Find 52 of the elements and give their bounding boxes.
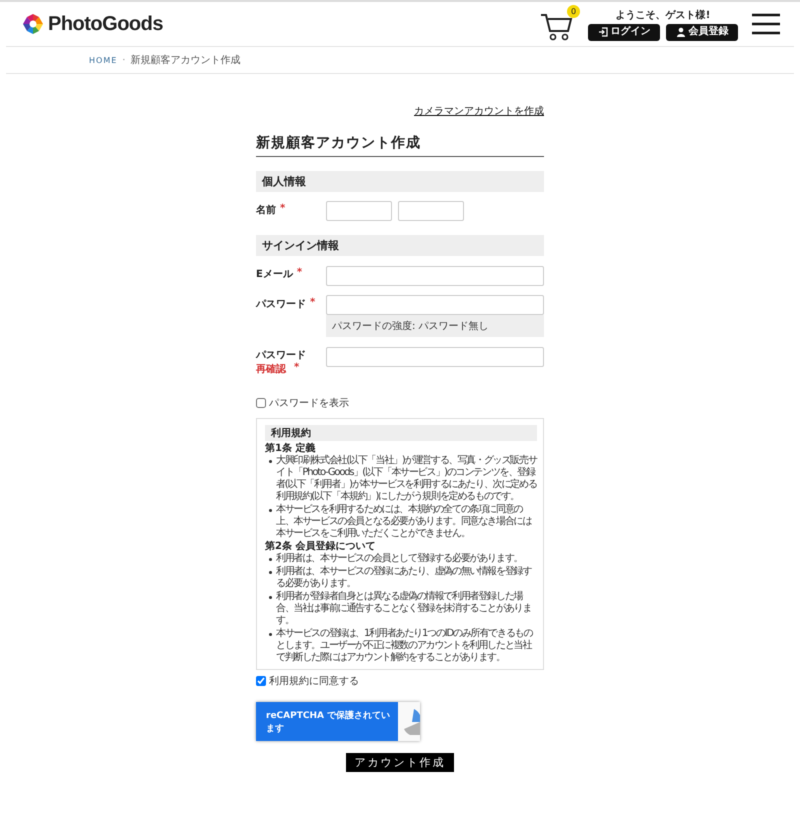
photographer-account-link[interactable]: カメラマンアカウントを作成 — [414, 104, 544, 118]
field-label: パスワード — [256, 349, 306, 362]
input-field[interactable] — [326, 346, 544, 366]
required-mark: * — [280, 203, 286, 216]
input-field[interactable] — [398, 201, 464, 221]
field-sublabel: 再確認 — [256, 362, 288, 376]
input-field[interactable] — [326, 201, 392, 221]
checkbox-label: パスワードを表示 — [269, 396, 349, 410]
field-label: パスワード — [256, 298, 306, 310]
login-button[interactable]: ログイン — [588, 24, 660, 40]
terms-paragraph: 大興印刷株式会社(以下「当社」)が運営する、写真・グッズ販売サイト「Photo-Goods」(以下「本サービス」)のコンテンツを、登録者(以下「利用者」)が本サービスを利用するにあたり、次に定める利用規約(以下「本規約」)にしたがう規則を定めるものです。 — [276, 455, 537, 503]
terms-paragraph: 利用者は、本サービスの登録にあたり、虚偽の無い情報を登録する必要があります。 — [276, 566, 533, 590]
bullet-icon — [269, 596, 272, 599]
logo-icon — [22, 13, 44, 35]
breadcrumb-separator: · — [122, 54, 126, 66]
user-icon — [676, 27, 686, 37]
logo-text[interactable]: PhotoGoods — [48, 12, 163, 36]
article-title: 第1条 定義 — [265, 443, 316, 454]
agree-checkbox[interactable] — [256, 676, 266, 686]
terms-paragraph: 本サービスの登録は、1利用者あたり1つのIDのみ所有できるものとします。ユーザーが不正に複数のアカウントを利用したと当社で判断した際にはアカウント解約をすることがあります。 — [276, 628, 534, 664]
menu-icon[interactable] — [752, 13, 780, 35]
bullet-icon — [269, 509, 272, 512]
required-mark: * — [294, 362, 300, 375]
field-label: 名前 — [256, 204, 276, 217]
required-mark: * — [296, 267, 302, 280]
terms-paragraph: 本サービスを利用するためには、本規約の全ての条項に同意の上、本サービスの会員となる必要があります。同意なき場合には本サービスをご利用いただくことができません。 — [276, 504, 533, 540]
breadcrumb-current-page: 新規顧客アカウント作成 — [130, 54, 240, 67]
terms-paragraph: 利用者は、本サービスの会員として登録する必要があります。 — [276, 553, 522, 565]
input-field[interactable] — [326, 266, 544, 286]
create-account-button[interactable]: アカウント作成 — [346, 753, 454, 772]
field-label: Eメール — [256, 268, 293, 281]
register-button[interactable]: 会員登録 — [666, 24, 738, 40]
page-title: 新規顧客アカウント作成 — [256, 134, 544, 157]
checkbox-label: 利用規約に同意する — [269, 674, 359, 688]
bullet-icon — [269, 460, 272, 463]
bullet-icon — [269, 571, 272, 574]
bullet-icon — [269, 633, 272, 636]
section-heading: 個人情報 — [256, 171, 544, 192]
required-mark: * — [310, 296, 316, 310]
password-strength-text: パスワードの強度: パスワード無し — [326, 315, 544, 337]
bullet-icon — [269, 558, 272, 561]
terms-paragraph: 利用者が登録者自身とは異なる虚偽の情報で利用者登録した場合、当社は事前に通告することなく登録を抹消することがあります。 — [276, 591, 532, 627]
show-password-checkbox[interactable] — [256, 398, 266, 408]
login-icon — [598, 27, 608, 37]
breadcrumb-link[interactable]: HOME — [89, 56, 118, 64]
cart-count-badge: 0 — [567, 5, 580, 18]
input-field[interactable] — [326, 295, 544, 315]
greeting-text: ようこそ、ゲスト様! — [616, 8, 710, 22]
terms-heading: 利用規約 — [265, 425, 537, 441]
article-title: 第2条 会員登録について — [265, 541, 376, 552]
section-heading: サインイン情報 — [256, 235, 544, 256]
recaptcha-icon — [404, 708, 420, 734]
